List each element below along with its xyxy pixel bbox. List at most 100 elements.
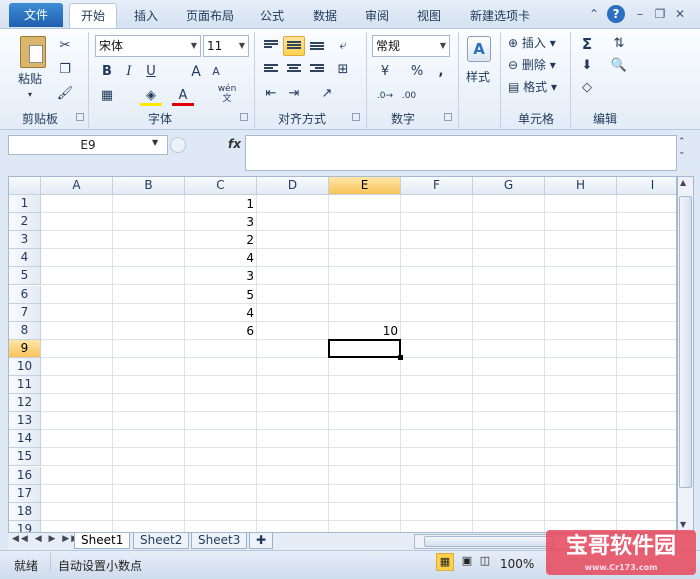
cell-c6[interactable]: 5 xyxy=(185,286,257,304)
selected-cell-outline[interactable] xyxy=(328,338,401,358)
column-header-i[interactable]: I xyxy=(617,177,676,195)
row-header-17[interactable]: 17 xyxy=(9,484,41,503)
row-header-16[interactable]: 16 xyxy=(9,466,41,485)
align-middle-icon[interactable] xyxy=(283,36,305,56)
delete-cells-button[interactable]: ⊖ 删除 ▾ xyxy=(508,56,556,74)
increase-decimal-icon[interactable]: .0→ xyxy=(374,86,396,106)
name-box[interactable]: E9 xyxy=(8,135,168,155)
clipboard-launcher-icon[interactable] xyxy=(76,113,84,121)
column-header-e[interactable]: E xyxy=(329,177,401,195)
tab-formulas[interactable]: 公式 xyxy=(252,6,292,28)
tab-data[interactable]: 数据 xyxy=(305,6,345,28)
window-restore-icon[interactable]: ❐ xyxy=(652,6,668,22)
cell-c1[interactable]: 1 xyxy=(185,195,257,213)
merge-center-icon[interactable]: ⊞ xyxy=(332,60,354,80)
row-header-11[interactable]: 11 xyxy=(9,376,41,394)
insert-function-button[interactable]: fx xyxy=(228,137,241,151)
tab-home[interactable]: 开始 xyxy=(69,3,117,29)
page-break-view-icon[interactable]: ◫ xyxy=(476,553,494,571)
align-bottom-icon[interactable] xyxy=(306,36,328,56)
row-header-9[interactable]: 9 xyxy=(9,339,41,358)
currency-icon[interactable]: ¥ xyxy=(374,62,396,82)
orientation-icon[interactable]: ↗ xyxy=(316,84,338,104)
column-header-b[interactable]: B xyxy=(113,177,185,195)
formula-bar-handle[interactable] xyxy=(170,137,186,153)
fill-icon[interactable]: ⬇ xyxy=(576,56,598,76)
tab-page-layout[interactable]: 页面布局 xyxy=(180,6,240,28)
percent-button[interactable]: % xyxy=(406,62,428,82)
cell-e8[interactable]: 10 xyxy=(329,322,401,340)
row-header-13[interactable]: 13 xyxy=(9,412,41,431)
find-select-icon[interactable]: 🔍 xyxy=(608,56,630,76)
column-header-g[interactable]: G xyxy=(473,177,545,195)
sort-filter-icon[interactable]: ⇅ xyxy=(608,34,630,54)
horizontal-scroll-thumb[interactable] xyxy=(424,536,554,547)
select-all-corner[interactable] xyxy=(9,177,41,195)
fill-handle[interactable] xyxy=(398,354,403,360)
align-top-icon[interactable] xyxy=(260,36,282,56)
font-launcher-icon[interactable] xyxy=(240,113,248,121)
cell-c3[interactable]: 2 xyxy=(185,231,257,249)
cell-c4[interactable]: 4 xyxy=(185,249,257,267)
row-header-12[interactable]: 12 xyxy=(9,394,41,413)
align-left-icon[interactable] xyxy=(260,60,282,80)
font-size-select[interactable]: 11 ▼ xyxy=(203,35,249,57)
number-format-select[interactable]: 常规 ▼ xyxy=(372,35,450,57)
column-header-d[interactable]: D xyxy=(257,177,329,195)
tab-new-custom[interactable]: 新建选项卡 xyxy=(462,6,538,28)
font-name-select[interactable]: 宋体 ▼ xyxy=(95,35,201,57)
grow-font-button[interactable]: A xyxy=(185,62,207,82)
sheet-tab-sheet3[interactable]: Sheet3 xyxy=(191,533,248,549)
font-color-button[interactable]: A xyxy=(172,86,194,106)
insert-cells-button[interactable]: ⊕ 插入 ▾ xyxy=(508,34,556,52)
cut-icon[interactable]: ✂ xyxy=(54,36,76,56)
column-header-c[interactable]: C xyxy=(185,177,257,195)
row-header-4[interactable]: 4 xyxy=(9,249,41,268)
comma-button[interactable]: , xyxy=(430,62,452,82)
sheet-tab-sheet1[interactable]: Sheet1 xyxy=(74,533,131,549)
row-header-19[interactable]: 19 xyxy=(9,520,41,532)
sheet-nav-arrows-icon[interactable]: ◀◀ ◀ ▶ ▶▶ xyxy=(12,534,80,544)
shrink-font-button[interactable]: A xyxy=(205,62,227,82)
clear-icon[interactable]: ◇ xyxy=(576,78,598,98)
paste-dropdown-icon[interactable]: ▾ xyxy=(28,86,32,104)
page-layout-view-icon[interactable]: ▣ xyxy=(458,553,476,571)
column-header-a[interactable]: A xyxy=(41,177,113,195)
number-launcher-icon[interactable] xyxy=(444,113,452,121)
styles-icon[interactable]: A xyxy=(467,36,491,62)
expand-formula-bar-icon[interactable]: ⌃ ⌄ xyxy=(678,137,686,157)
sheet-tab-sheet2[interactable]: Sheet2 xyxy=(133,533,190,549)
formula-input[interactable] xyxy=(245,135,677,171)
row-header-18[interactable]: 18 xyxy=(9,502,41,521)
row-header-14[interactable]: 14 xyxy=(9,430,41,449)
row-header-10[interactable]: 10 xyxy=(9,357,41,376)
row-header-3[interactable]: 3 xyxy=(9,231,41,250)
align-right-icon[interactable] xyxy=(306,60,328,80)
worksheet-grid[interactable]: ABCDEFGHI 1 2 3 4 5 6 7 8 9 10 11 12 13 14 15 16 17 18 19 … xyxy=(8,176,677,533)
tab-view[interactable]: 视图 xyxy=(409,6,449,28)
zoom-level[interactable]: 100% xyxy=(500,557,534,571)
row-header-1[interactable]: 1 xyxy=(9,195,41,213)
column-header-f[interactable]: F xyxy=(401,177,473,195)
increase-indent-icon[interactable]: ⇥ xyxy=(283,84,305,104)
borders-icon[interactable]: ▦ xyxy=(96,86,118,106)
paste-icon[interactable] xyxy=(20,36,46,68)
row-header-6[interactable]: 6 xyxy=(9,285,41,304)
decrease-indent-icon[interactable]: ⇤ xyxy=(260,84,282,104)
italic-button[interactable]: I xyxy=(118,62,140,82)
window-close-icon[interactable]: ✕ xyxy=(672,6,688,22)
align-center-icon[interactable] xyxy=(283,60,305,80)
cell-c5[interactable]: 3 xyxy=(185,267,257,285)
styles-button-label[interactable]: 样式 xyxy=(466,68,490,86)
decrease-decimal-icon[interactable]: .00 xyxy=(398,86,420,106)
tab-insert[interactable]: 插入 xyxy=(126,6,166,28)
copy-icon[interactable]: ❐ xyxy=(54,60,76,80)
row-header-8[interactable]: 8 xyxy=(9,321,41,340)
normal-view-icon[interactable]: ▦ xyxy=(436,553,454,571)
cell-c8[interactable]: 6 xyxy=(185,322,257,340)
bold-button[interactable]: B xyxy=(96,62,118,82)
underline-button[interactable]: U xyxy=(140,62,162,82)
column-header-h[interactable]: H xyxy=(545,177,617,195)
row-header-2[interactable]: 2 xyxy=(9,213,41,232)
chevron-down-icon[interactable]: ▼ xyxy=(152,138,158,147)
